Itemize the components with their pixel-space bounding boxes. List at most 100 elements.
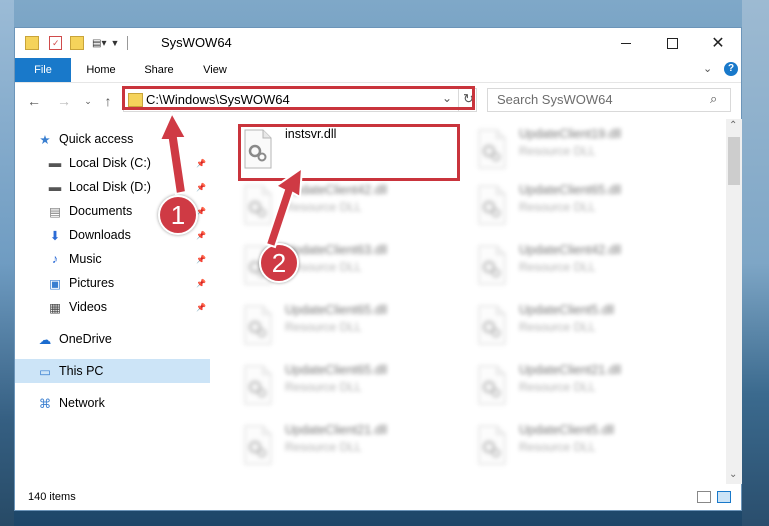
large-icons-view-icon[interactable]	[717, 491, 731, 503]
up-button[interactable]: ↑	[99, 93, 117, 109]
back-arrow-icon: ←	[27, 93, 41, 109]
file-tile[interactable]: UpdateClient65.dll Resource DLL	[237, 359, 462, 415]
scroll-down-icon[interactable]: ⌄	[729, 469, 737, 480]
dll-file-icon	[244, 185, 272, 225]
up-arrow-icon: ↑	[104, 93, 112, 109]
new-folder-icon[interactable]	[70, 36, 84, 50]
file-tile[interactable]: UpdateClient65.dll Resource DLL	[237, 299, 462, 355]
pin-icon[interactable]: 📌	[196, 255, 206, 264]
file-type: Resource DLL	[285, 320, 362, 334]
desktop-background-left	[0, 0, 14, 526]
forward-arrow-icon: →	[57, 93, 71, 109]
file-name: UpdateClient42.dll	[519, 243, 622, 257]
back-button[interactable]: ←	[25, 93, 43, 109]
star-icon: ★	[39, 132, 51, 147]
file-type: Resource DLL	[519, 200, 596, 214]
folder-icon[interactable]	[25, 36, 39, 50]
navigation-pane: ★ Quick access ▬ Local Disk (C:) 📌 ▬ Local Dis…	[15, 119, 210, 484]
sidebar-item-music[interactable]: ♪ Music 📌	[15, 247, 210, 271]
toolbar-dropdown-icon[interactable]: ▼	[110, 38, 119, 48]
tab-home[interactable]: Home	[79, 58, 123, 82]
maximize-button[interactable]	[649, 28, 695, 58]
separator	[127, 36, 129, 50]
sidebar-item-label: Documents	[69, 204, 133, 218]
file-tile[interactable]: UpdateClient19.dll Resource DLL	[471, 123, 696, 179]
file-tile[interactable]: UpdateClient5.dll Resource DLL	[471, 419, 696, 475]
dll-file-icon	[478, 305, 506, 345]
recent-locations-button[interactable]: ⌄	[79, 93, 97, 109]
details-view-icon[interactable]	[697, 491, 711, 503]
title-bar: ✓ ▤▾ ▼ SysWOW64 ✕	[15, 28, 741, 58]
ribbon-expand-icon[interactable]: ⌄	[703, 62, 712, 75]
file-type: Resource DLL	[519, 380, 596, 394]
pictures-icon: ▣	[49, 276, 61, 291]
file-tile[interactable]: UpdateClient42.dll Resource DLL	[471, 239, 696, 295]
file-highlight-box	[238, 124, 460, 181]
tab-share[interactable]: Share	[137, 58, 181, 82]
sidebar-item-onedrive[interactable]: ☁ OneDrive	[15, 327, 210, 351]
sidebar-item-label: This PC	[59, 364, 104, 378]
file-name: UpdateClient19.dll	[519, 127, 622, 141]
customize-toolbar-icon[interactable]: ▤▾	[92, 38, 106, 49]
pin-icon[interactable]: 📌	[196, 279, 206, 288]
scroll-up-icon[interactable]: ⌃	[729, 120, 737, 131]
file-tile[interactable]: UpdateClient42.dll Resource DLL	[237, 179, 462, 235]
vertical-scrollbar[interactable]: ⌃ ⌄	[726, 119, 742, 484]
file-tile[interactable]: UpdateClient5.dll Resource DLL	[471, 299, 696, 355]
sidebar-item-label: Music	[69, 252, 102, 266]
file-name: UpdateClient21.dll	[285, 423, 388, 437]
search-icon: ⌕	[710, 91, 718, 106]
file-name: UpdateClient21.dll	[519, 363, 622, 377]
file-name: UpdateClient5.dll	[519, 303, 615, 317]
dll-file-icon	[478, 365, 506, 405]
sidebar-item-label: Downloads	[69, 228, 131, 242]
dll-file-icon	[478, 425, 506, 465]
address-highlight-box	[122, 86, 475, 110]
sidebar-item-label: Local Disk (C:)	[69, 156, 151, 170]
sidebar-item-label: Quick access	[59, 132, 134, 146]
file-tile[interactable]: UpdateClient21.dll Resource DLL	[237, 419, 462, 475]
tab-view[interactable]: View	[193, 58, 237, 82]
sidebar-item-this-pc[interactable]: ▭ This PC	[15, 359, 210, 383]
file-name: UpdateClient65.dll	[285, 363, 388, 377]
pin-icon[interactable]: 📌	[196, 159, 206, 168]
download-icon: ⬇	[49, 228, 61, 243]
chevron-down-icon: ⌄	[84, 96, 92, 106]
sidebar-item-label: Network	[59, 396, 105, 410]
dll-file-icon	[478, 245, 506, 285]
file-type: Resource DLL	[285, 380, 362, 394]
close-icon: ✕	[711, 35, 725, 52]
window-title: SysWOW64	[161, 35, 232, 50]
sidebar-item-quick-access[interactable]: ★ Quick access	[15, 127, 210, 151]
forward-button[interactable]: →	[55, 93, 73, 109]
file-type: Resource DLL	[285, 440, 362, 454]
pin-icon[interactable]: 📌	[196, 303, 206, 312]
sidebar-item-local-disk-c[interactable]: ▬ Local Disk (C:) 📌	[15, 151, 210, 175]
file-type: Resource DLL	[519, 320, 596, 334]
file-name: UpdateClient65.dll	[285, 303, 388, 317]
sidebar-item-pictures[interactable]: ▣ Pictures 📌	[15, 271, 210, 295]
file-type: Resource DLL	[285, 200, 362, 214]
file-name: UpdateClient5.dll	[519, 423, 615, 437]
dll-file-icon	[244, 305, 272, 345]
music-icon: ♪	[51, 252, 59, 266]
search-input[interactable]: Search SysWOW64 ⌕	[487, 88, 731, 112]
sidebar-item-network[interactable]: ⌘ Network	[15, 391, 210, 415]
file-tile[interactable]: UpdateClient65.dll Resource DLL	[471, 179, 696, 235]
pin-icon[interactable]: 📌	[196, 183, 206, 192]
tab-file[interactable]: File	[15, 58, 71, 82]
file-type: Resource DLL	[519, 260, 596, 274]
sidebar-item-label: OneDrive	[59, 332, 112, 346]
videos-icon: ▦	[49, 300, 61, 315]
minimize-icon	[621, 42, 631, 44]
properties-icon[interactable]: ✓	[49, 36, 62, 50]
sidebar-item-videos[interactable]: ▦ Videos 📌	[15, 295, 210, 319]
file-tile[interactable]: UpdateClient21.dll Resource DLL	[471, 359, 696, 415]
help-icon[interactable]: ?	[724, 62, 738, 76]
search-placeholder: Search SysWOW64	[497, 92, 613, 107]
pin-icon[interactable]: 📌	[196, 231, 206, 240]
close-button[interactable]: ✕	[695, 28, 741, 58]
scrollbar-thumb[interactable]	[728, 137, 740, 185]
minimize-button[interactable]	[603, 28, 649, 58]
file-name: UpdateClient42.dll	[285, 183, 388, 197]
